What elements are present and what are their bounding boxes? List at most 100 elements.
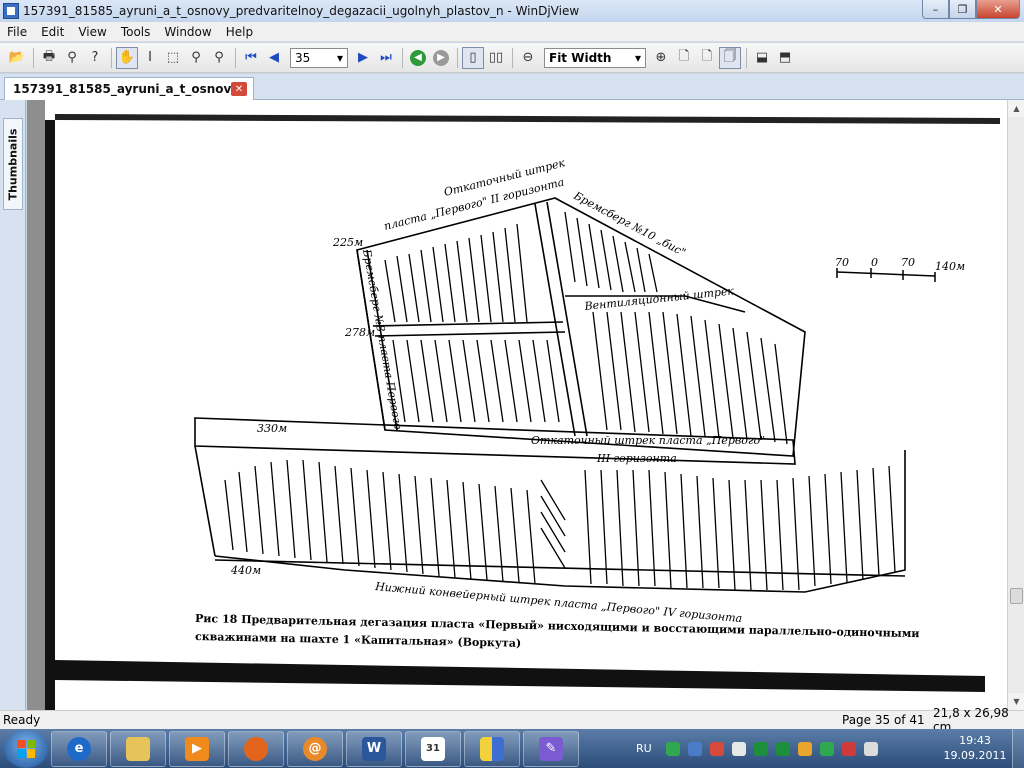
find-icon[interactable]: ⚲ (61, 47, 83, 69)
taskbar-ie[interactable]: e (51, 730, 107, 767)
page-number-value: 35 (295, 50, 311, 65)
zoom-out-icon[interactable]: ⊖ (517, 47, 539, 69)
print-icon[interactable]: 🖶 (38, 47, 60, 69)
clock-time: 19:43 (959, 734, 991, 747)
help-icon[interactable]: ? (84, 47, 106, 69)
start-button[interactable] (4, 729, 48, 768)
scale-label-70b: 70 (901, 256, 915, 269)
menu-window[interactable]: Window (157, 25, 218, 39)
menu-edit[interactable]: Edit (34, 25, 71, 39)
single-page-icon[interactable]: ▯ (462, 46, 484, 69)
rect-select-icon[interactable]: ⬚ (162, 47, 184, 69)
window-title: 157391_81585_ayruni_a_t_osnovy_predvarit… (23, 4, 580, 18)
network-icon[interactable] (841, 741, 856, 756)
document-view[interactable]: Откаточный штрек пласта „Первого" II гор… (27, 100, 1007, 710)
word-icon: W (362, 736, 386, 761)
last-page-icon[interactable]: ⏭ (375, 47, 397, 69)
continuous-icon[interactable]: 🗍 (719, 46, 741, 69)
tray-icon[interactable] (753, 741, 768, 756)
fit-page-icon[interactable]: 🗋 (673, 47, 695, 69)
zoom-combo[interactable]: Fit Width ▾ (544, 47, 646, 68)
label-bremsberg-right: Бремсберг №10 „бис" (571, 189, 688, 260)
scan-border-bottom (55, 660, 985, 692)
vent-drift-left-2 (374, 331, 566, 337)
label-depth-278: 278м (344, 326, 375, 339)
tray-icon[interactable] (819, 741, 834, 756)
taskbar-calendar[interactable]: 31 (405, 730, 461, 767)
scrollbar-thumb[interactable] (1010, 588, 1023, 604)
language-indicator[interactable]: RU (636, 742, 652, 755)
taskbar-word[interactable]: W (346, 730, 402, 767)
thumbnails-tab[interactable]: Thumbnails (3, 118, 23, 210)
menu-tools[interactable]: Tools (114, 25, 158, 39)
taskbar-explorer[interactable] (110, 730, 166, 767)
taskbar-paint[interactable] (464, 730, 520, 767)
central-bremsberg-inner (546, 201, 588, 437)
text-select-icon[interactable]: I (139, 47, 161, 69)
tray-icon[interactable] (731, 741, 746, 756)
prev-page-icon[interactable]: ◀ (263, 47, 285, 69)
label-bremsberg-left: Бремсберг №8 пласта Первого (360, 247, 405, 431)
back-icon[interactable]: ◀ (407, 47, 429, 69)
document-page: Откаточный штрек пласта „Первого" II гор… (45, 100, 1007, 710)
maximize-button[interactable]: ❐ (949, 0, 976, 19)
taskbar-windjview[interactable]: ✎ (523, 730, 579, 767)
document-tab[interactable]: 157391_81585_ayruni_a_t_osnovy_... ✕ (4, 77, 254, 100)
boreholes-middle-right (592, 311, 788, 445)
forward-icon[interactable]: ▶ (430, 47, 452, 69)
tray-icon[interactable] (665, 741, 680, 756)
status-ready: Ready (3, 713, 41, 727)
show-desktop-button[interactable] (1012, 729, 1024, 768)
windows-logo-icon (17, 739, 35, 758)
rotate-right-icon[interactable]: ⬒ (774, 47, 796, 69)
firefox-icon (244, 736, 268, 761)
toolbar-separator (457, 47, 458, 68)
rotate-left-icon[interactable]: ⬓ (751, 47, 773, 69)
window-controls: – ❐ ✕ (922, 0, 1020, 19)
vertical-scrollbar[interactable]: ▲ ▼ (1007, 100, 1024, 710)
boreholes-upper-left (384, 223, 528, 323)
lower-drift (214, 450, 906, 593)
zoom-value: Fit Width (549, 50, 612, 65)
minimize-button[interactable]: – (922, 0, 949, 19)
hand-tool-icon[interactable]: ✋ (116, 46, 138, 69)
tray-icon[interactable] (797, 741, 812, 756)
tray-icon[interactable] (775, 741, 790, 756)
clock[interactable]: 19:43 19.09.2011 (940, 733, 1010, 763)
tray-icon[interactable] (687, 741, 702, 756)
open-icon[interactable]: 📂 (6, 47, 28, 69)
status-page-count: Page 35 of 41 (842, 713, 925, 727)
close-button[interactable]: ✕ (976, 0, 1020, 19)
label-depth-440: 440м (230, 564, 261, 577)
scroll-up-icon[interactable]: ▲ (1008, 100, 1024, 117)
page-number-combo[interactable]: 35 ▾ (290, 47, 348, 68)
zoom-rect-icon[interactable]: ⚲ (208, 47, 230, 69)
first-page-icon[interactable]: ⏮ (240, 47, 262, 69)
tab-close-icon[interactable]: ✕ (231, 82, 247, 96)
document-tab-strip: 157391_81585_ayruni_a_t_osnovy_... ✕ (0, 74, 1024, 100)
menu-file[interactable]: File (0, 25, 34, 39)
zoom-in-icon[interactable]: ⊕ (650, 47, 672, 69)
next-page-icon[interactable]: ▶ (352, 47, 374, 69)
taskbar-media[interactable]: ▶ (169, 730, 225, 767)
toolbar-separator (746, 47, 747, 68)
volume-icon[interactable] (863, 741, 878, 756)
label-horizon3: III горизонта (596, 452, 677, 465)
taskbar-firefox[interactable] (228, 730, 284, 767)
media-player-icon: ▶ (185, 736, 209, 761)
toolbar-separator (33, 47, 34, 68)
actual-size-icon[interactable]: 🗋 (696, 47, 718, 69)
tray-icon[interactable] (709, 741, 724, 756)
taskbar-mail[interactable]: @ (287, 730, 343, 767)
chevron-down-icon: ▾ (336, 50, 343, 65)
scan-border-left (45, 100, 55, 710)
menu-help[interactable]: Help (219, 25, 260, 39)
two-page-icon[interactable]: ▯▯ (485, 47, 507, 69)
menu-view[interactable]: View (71, 25, 113, 39)
menu-bar: File Edit View Tools Window Help (0, 22, 1024, 42)
zoom-in-tool-icon[interactable]: ⚲ (185, 47, 207, 69)
thumbnails-label: Thumbnails (6, 128, 20, 200)
calendar-icon: 31 (421, 736, 445, 761)
color-icon (480, 736, 504, 761)
toolbar: 📂 🖶 ⚲ ? ✋ I ⬚ ⚲ ⚲ ⏮ ◀ 35 ▾ ▶ ⏭ ◀ ▶ ▯ ▯▯ … (0, 43, 1024, 73)
